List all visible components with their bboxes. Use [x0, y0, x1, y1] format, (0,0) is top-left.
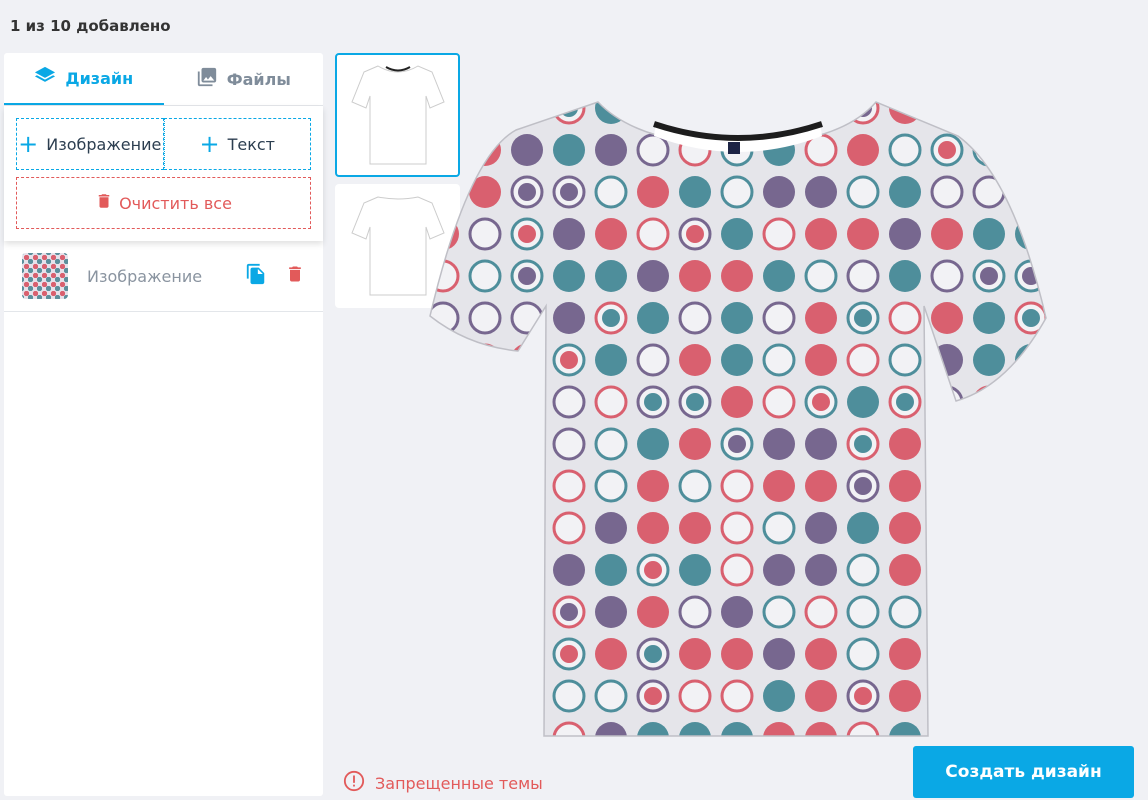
brand-label: [728, 142, 740, 154]
add-buttons-row: + Изображение + Текст: [16, 118, 311, 170]
panel-tabs: Дизайн Файлы: [4, 53, 323, 106]
trash-icon: [95, 191, 113, 215]
plus-icon: +: [18, 130, 39, 158]
banned-topics-link[interactable]: Запрещенные темы: [343, 770, 543, 796]
layer-thumbnail: [22, 253, 68, 299]
tab-design[interactable]: Дизайн: [4, 53, 164, 105]
items-counter: 1 из 10 добавлено: [10, 17, 171, 35]
tshirt-mockup: [429, 101, 1047, 737]
add-image-button[interactable]: + Изображение: [16, 118, 164, 170]
add-text-button[interactable]: + Текст: [163, 118, 311, 170]
clear-all-button[interactable]: Очистить все: [16, 177, 311, 229]
layers-icon: [34, 65, 56, 91]
tab-design-label: Дизайн: [65, 68, 134, 88]
duplicate-icon[interactable]: [245, 262, 267, 290]
design-tools: + Изображение + Текст Очистить все: [4, 106, 323, 241]
add-text-label: Текст: [227, 134, 275, 154]
clear-all-label: Очистить все: [119, 193, 232, 213]
tab-files[interactable]: Файлы: [164, 53, 324, 105]
editor-panel: Дизайн Файлы + Изображение + Текст Очист…: [4, 53, 323, 796]
plus-icon: +: [199, 130, 220, 158]
tab-files-label: Файлы: [226, 69, 291, 89]
image-gallery-icon: [196, 66, 218, 92]
tshirt-preview[interactable]: [428, 96, 1050, 746]
layer-actions: [245, 262, 305, 290]
banned-topics-label: Запрещенные темы: [375, 773, 543, 793]
delete-layer-icon[interactable]: [285, 263, 305, 289]
add-image-label: Изображение: [46, 134, 162, 154]
warning-icon: [343, 770, 365, 796]
layer-item[interactable]: Изображение: [4, 241, 323, 312]
layer-name: Изображение: [87, 266, 203, 286]
create-design-button[interactable]: Создать дизайн: [913, 746, 1134, 798]
